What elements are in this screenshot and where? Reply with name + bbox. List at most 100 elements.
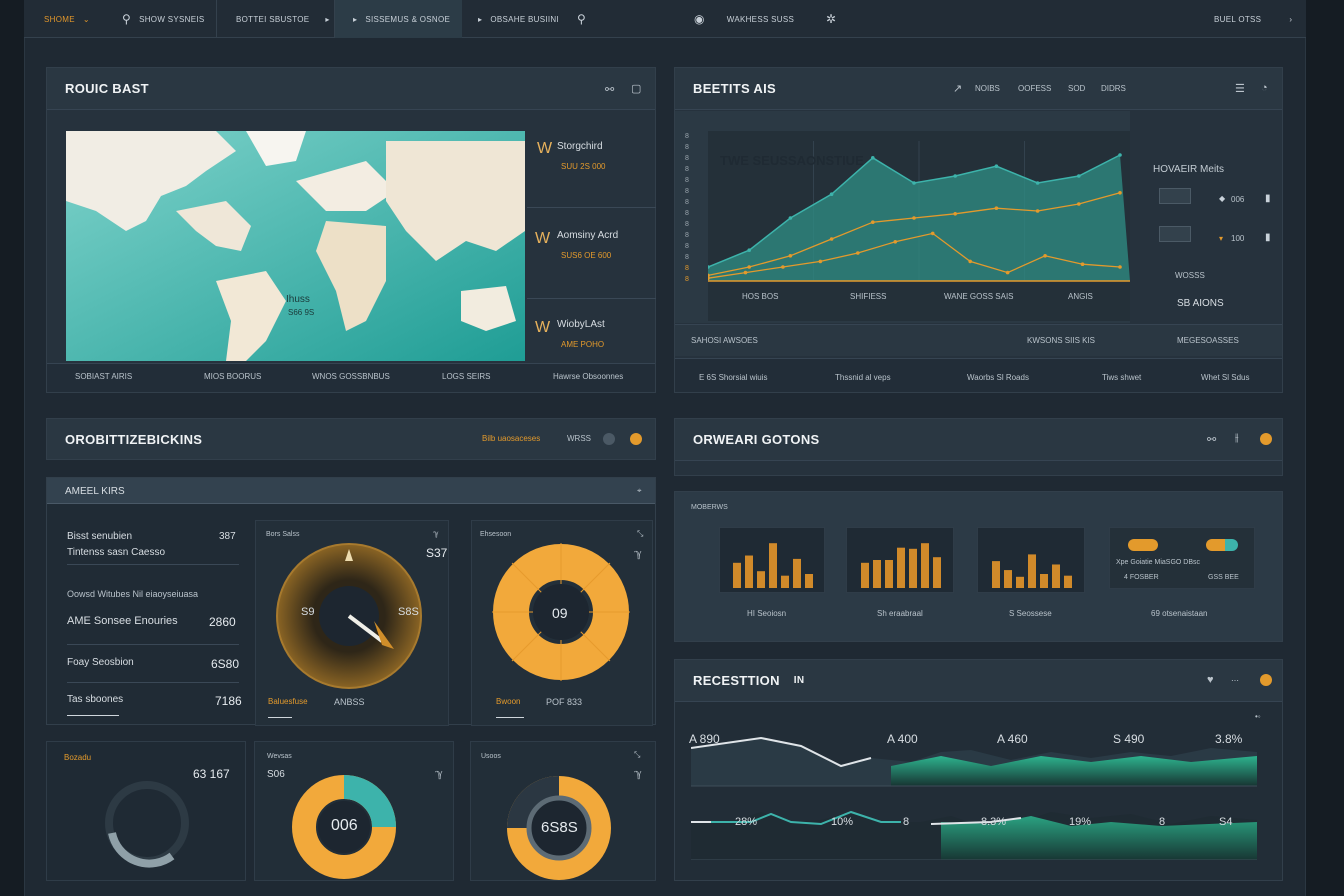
pin-icon[interactable]: ⫲ [1235, 432, 1239, 445]
panel-title: OROBITTIZEBICKINS [65, 431, 203, 447]
heart-icon[interactable]: ♥ [1207, 674, 1214, 686]
recention-panel: RECESTTION IN ♥ ⋯ •◦ A 890 A 400 A 460 S… [674, 659, 1283, 881]
panel-title: RECESTTION [693, 673, 780, 688]
header-link[interactable]: DIDRS [1101, 84, 1126, 93]
expand-icon[interactable]: ▢ [631, 82, 641, 95]
stat-item: W Aomsiny Acrd SUS6 OE 600 [527, 208, 656, 299]
metric-label: Tas sboones [67, 694, 124, 705]
status-dot[interactable] [630, 433, 642, 445]
metrics-title: AMEEL KIRS [65, 486, 125, 497]
status-dot[interactable] [603, 433, 615, 445]
header-link[interactable]: WRSS [567, 434, 591, 443]
trend-icon: ↗ [953, 83, 963, 95]
toggle-switch[interactable] [1128, 539, 1158, 551]
toggle-switch[interactable] [1206, 539, 1238, 551]
donut-card[interactable]: Usoos ⤡ ℽ 6S8S [470, 741, 656, 881]
search-label: SHOW SYSNEIS [139, 14, 205, 24]
metric-value: 387 [219, 531, 236, 542]
data-point [829, 237, 834, 241]
data-point [1005, 270, 1010, 275]
bar [1052, 564, 1060, 588]
status-toggle[interactable]: ◉ WAKHESS SUSS [694, 0, 794, 38]
data-point [953, 174, 957, 178]
expand-icon[interactable]: ⤡ [637, 529, 643, 539]
chart-footer: E 6S Shorsial wiuis Thssnid al veps Waor… [675, 358, 1282, 392]
gatecoins-panel: MOBERWS HI Seoiosn Sh eraabraal S Seosse… [674, 491, 1283, 642]
footer-link[interactable]: E 6S Shorsial wiuis [699, 373, 767, 382]
map-panel: ROUIC BAST ⚯ ▢ Ihuss S66 9S W Storgchird [46, 67, 656, 393]
status-dot[interactable] [1260, 674, 1272, 686]
tab-secondary[interactable]: ▸ OBSAHE BUSIINI [478, 0, 559, 38]
link-icon[interactable]: ⚯ [1207, 433, 1216, 446]
metric-value: 8 [1159, 816, 1166, 828]
ring-card[interactable]: Bozadu 63 167 [46, 741, 246, 881]
donut-card[interactable]: Ehsesoon ⤡ ℽ 09 Bwoon POF 833 [471, 520, 653, 726]
diamond-icon: ◆ [1219, 194, 1226, 203]
card-value: S06 [267, 769, 285, 780]
pin-icon[interactable]: ⌖ [637, 486, 642, 496]
footer-link[interactable]: SOBIAST AIRIS [75, 372, 132, 381]
bar-tile[interactable] [977, 527, 1085, 593]
metric-value: 10% [831, 816, 854, 828]
info-link[interactable]: KWSONS SIIS KIS [1027, 336, 1095, 345]
bar-tile[interactable] [719, 527, 825, 593]
chart-icon[interactable]: ℽ [433, 529, 439, 538]
footer-link[interactable]: Thssnid al veps [835, 373, 891, 382]
footer-link[interactable]: Tiws shwet [1102, 373, 1141, 382]
status-dot[interactable] [1260, 433, 1272, 445]
bar [1016, 576, 1024, 588]
refresh-icon[interactable]: ◔ [1261, 82, 1268, 94]
header-link[interactable]: OOFESS [1018, 84, 1051, 93]
donut-card[interactable]: Wevsas S06 ℽ 006 [254, 741, 454, 881]
donut-head: Ehsesoon [480, 531, 512, 538]
search-icon[interactable]: ⚲ [577, 0, 586, 38]
more-icon[interactable]: •◦ [1255, 712, 1261, 721]
user-menu[interactable]: BUEL OTSS › [1214, 0, 1292, 38]
tab-active-label: SISSEMUS & OSNOE [365, 14, 451, 24]
bar-tile[interactable] [846, 527, 954, 593]
menu-icon[interactable]: ⋯ [1231, 676, 1239, 685]
recention-header: RECESTTION IN [675, 660, 1282, 702]
tab-primary[interactable]: BOTTEI SBUSTOE ▸ [236, 0, 330, 38]
bar [897, 547, 905, 588]
footer-link[interactable]: MIOS BOORUS [204, 372, 261, 381]
settings-icon[interactable]: ✲ [826, 0, 836, 38]
metric-value: 2860 [209, 615, 236, 629]
stat-label: Aomsiny Acrd [557, 230, 619, 241]
search-button[interactable]: ⚲ SHOW SYSNEIS [122, 0, 204, 38]
card-value: 63 167 [193, 767, 230, 781]
panel-sub: MOBERWS [691, 504, 728, 511]
bar [1040, 574, 1048, 588]
header-link[interactable]: Bilb uaosaceses [482, 434, 540, 443]
footer-link[interactable]: LOGS SEIRS [442, 372, 490, 381]
header-link[interactable]: SOD [1068, 84, 1085, 93]
header-link[interactable]: NOIBS [975, 84, 1000, 93]
data-point [747, 248, 751, 252]
metric-list: Bisst senubien 387 Tintenss sasn Caesso … [47, 520, 247, 720]
menu-icon[interactable]: ☰ [1235, 82, 1245, 95]
menu-dropdown[interactable]: SHOME ⌄ [44, 0, 90, 38]
footer-link[interactable]: Whet Sl Sdus [1201, 373, 1249, 382]
chevron-right-icon: › [1289, 14, 1293, 24]
expand-icon[interactable]: ⤡ [634, 750, 640, 760]
gauge-card[interactable]: Bors Salss ℽ S37 S9 S8S Baluesfuse ANBSS [255, 520, 449, 726]
map-stats: W Storgchird SUU 2S 000 W Aomsiny Acrd S… [527, 131, 656, 361]
info-link[interactable]: MEGESOASSES [1177, 336, 1239, 345]
donut-value: 09 [552, 605, 568, 621]
footer-link[interactable]: Hawrse Obsoonnes [553, 372, 623, 381]
bar [873, 560, 881, 588]
toggle-tile[interactable]: Xpe Goiatie MiaSGO DBsc 4 FOSBER GSS BEE [1109, 527, 1255, 589]
legend-label: 006 [1231, 195, 1245, 204]
stat-item: W WiobyLAst AME POHO [527, 299, 656, 361]
bookmark-icon: ▮ [1265, 232, 1271, 243]
bar [1064, 575, 1072, 588]
footer-link[interactable]: Waorbs Sl Roads [967, 373, 1029, 382]
info-link[interactable]: SAHOSI AWSOES [691, 336, 758, 345]
data-point [953, 212, 957, 216]
tab-active[interactable]: ▸ SISSEMUS & OSNOE [335, 0, 462, 38]
world-map[interactable]: Ihuss S66 9S [66, 131, 525, 361]
footer-link[interactable]: WNOS GOSSBNBUS [312, 372, 390, 381]
menu-label: SHOME [44, 14, 75, 24]
link-icon[interactable]: ⚯ [605, 83, 614, 96]
y-axis-ticks: 88888888888888 [685, 133, 689, 283]
